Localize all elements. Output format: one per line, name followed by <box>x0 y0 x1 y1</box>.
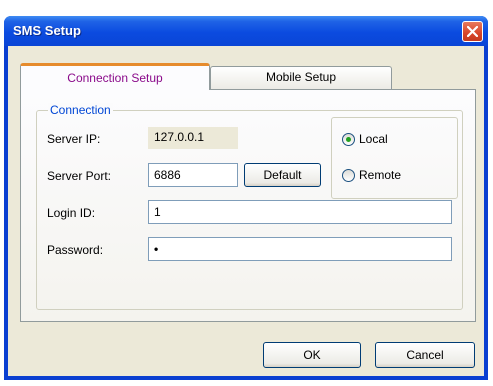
local-radio[interactable] <box>342 133 355 146</box>
remote-radio[interactable] <box>342 169 355 182</box>
connection-groupbox: Connection Server IP: 127.0.0.1 Server P… <box>36 103 463 310</box>
cancel-button[interactable]: Cancel <box>375 342 475 368</box>
title-bar[interactable]: SMS Setup <box>4 16 488 46</box>
remote-radio-label[interactable]: Remote <box>359 168 401 182</box>
server-port-input[interactable]: 6886 <box>148 163 238 187</box>
connection-group-label: Connection <box>48 103 113 117</box>
server-ip-label: Server IP: <box>47 132 101 146</box>
close-button[interactable] <box>462 21 483 42</box>
sms-setup-dialog: SMS Setup Mobile Setup Connection Setup … <box>4 16 488 380</box>
server-ip-field: 127.0.0.1 <box>148 127 238 149</box>
server-port-label: Server Port: <box>47 169 112 183</box>
default-button[interactable]: Default <box>244 163 321 187</box>
mode-radio-group: Local Remote <box>331 117 458 199</box>
dialog-body: Mobile Setup Connection Setup Connection… <box>8 46 484 376</box>
window-title: SMS Setup <box>13 23 81 38</box>
login-id-label: Login ID: <box>47 206 96 220</box>
password-label: Password: <box>47 243 104 257</box>
tab-connection-setup[interactable]: Connection Setup <box>20 63 210 90</box>
login-id-input[interactable]: 1 <box>148 200 452 224</box>
password-input[interactable]: • <box>148 237 452 261</box>
radio-selected-dot <box>346 137 351 142</box>
tab-mobile-setup[interactable]: Mobile Setup <box>210 66 392 89</box>
ok-button[interactable]: OK <box>263 342 361 368</box>
close-icon <box>467 26 478 37</box>
connection-setup-panel: Connection Server IP: 127.0.0.1 Server P… <box>20 89 476 322</box>
local-radio-label[interactable]: Local <box>359 132 388 146</box>
